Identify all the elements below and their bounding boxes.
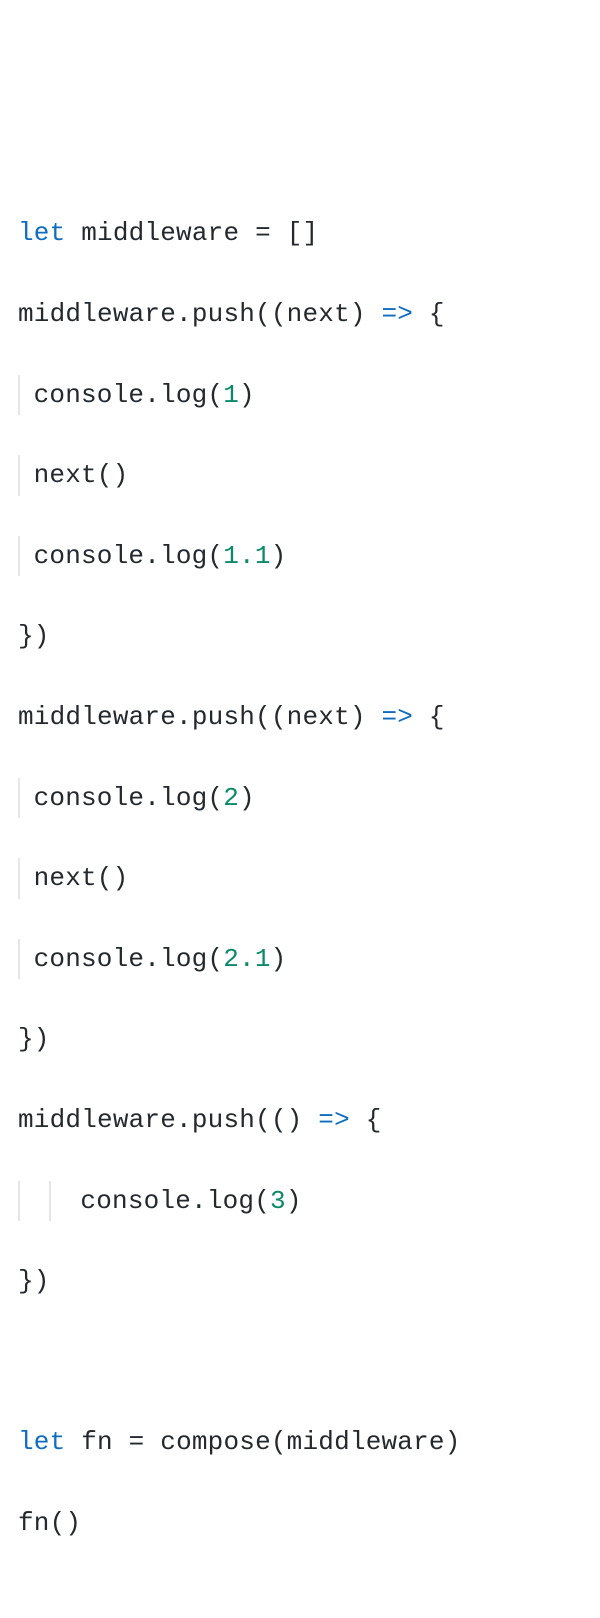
identifier: [65, 218, 81, 248]
brace: {: [350, 1105, 382, 1135]
punct: =: [113, 1427, 160, 1457]
fn-call: fn(): [18, 1508, 81, 1538]
brace: {: [413, 702, 445, 732]
code-line: let fn = compose(middleware): [18, 1422, 582, 1462]
console-log: console.log(: [34, 380, 224, 410]
console-log: console.log(: [34, 783, 224, 813]
code-line: middleware.push((next) => {: [18, 697, 582, 737]
compose-call: compose(middleware): [160, 1427, 460, 1457]
code-line: middleware.push(() => {: [18, 1100, 582, 1140]
code-line: console.log(1): [18, 375, 582, 415]
arrow: =>: [381, 299, 413, 329]
number-literal: 3: [270, 1186, 286, 1216]
indent-guide: [18, 375, 20, 415]
punct: .push(: [176, 702, 271, 732]
code-line: }): [18, 616, 582, 656]
brackets: []: [287, 218, 319, 248]
identifier: fn: [81, 1427, 113, 1457]
param: (next): [271, 702, 382, 732]
next-call: next(): [34, 460, 129, 490]
indent-guide: [49, 1181, 51, 1221]
code-line: next(): [18, 858, 582, 898]
code-line: [18, 1342, 582, 1382]
arrow: =>: [318, 1105, 350, 1135]
indent-guide: [18, 858, 20, 898]
code-line: middleware.push((next) => {: [18, 294, 582, 334]
number-literal: 2.1: [223, 944, 270, 974]
close-brace: }): [18, 621, 50, 651]
code-line: console.log(2.1): [18, 939, 582, 979]
close-brace: }): [18, 1024, 50, 1054]
brace: {: [413, 299, 445, 329]
indent-guide: [18, 1181, 20, 1221]
punct: ): [271, 541, 287, 571]
code-block: let middleware = [] middleware.push((nex…: [18, 173, 582, 1583]
number-literal: 1: [223, 380, 239, 410]
code-line: let middleware = []: [18, 213, 582, 253]
indent-guide: [18, 536, 20, 576]
code-line: }): [18, 1261, 582, 1301]
keyword-let: let: [18, 218, 65, 248]
identifier: middleware: [18, 702, 176, 732]
identifier: middleware: [18, 299, 176, 329]
punct: ): [286, 1186, 302, 1216]
param: (): [271, 1105, 318, 1135]
identifier: middleware: [18, 1105, 176, 1135]
next-call: next(): [34, 863, 129, 893]
punct: .push(: [176, 1105, 271, 1135]
code-line: }): [18, 1019, 582, 1059]
punct: ): [239, 380, 255, 410]
indent-guide: [18, 455, 20, 495]
console-log: console.log(: [34, 944, 224, 974]
close-brace: }): [18, 1266, 50, 1296]
identifier: middleware: [81, 218, 239, 248]
code-line: console.log(2): [18, 778, 582, 818]
arrow: =>: [381, 702, 413, 732]
code-line: next(): [18, 455, 582, 495]
indent-guide: [18, 778, 20, 818]
number-literal: 1.1: [223, 541, 270, 571]
punct: .push(: [176, 299, 271, 329]
console-log: console.log(: [80, 1186, 270, 1216]
code-line: console.log(1.1): [18, 536, 582, 576]
code-line: console.log(3): [18, 1181, 582, 1221]
punct: ): [239, 783, 255, 813]
code-line: fn(): [18, 1503, 582, 1543]
param: (next): [271, 299, 382, 329]
punct: =: [239, 218, 286, 248]
indent-guide: [18, 939, 20, 979]
keyword-let: let: [18, 1427, 65, 1457]
number-literal: 2: [223, 783, 239, 813]
punct: ): [271, 944, 287, 974]
console-log: console.log(: [34, 541, 224, 571]
